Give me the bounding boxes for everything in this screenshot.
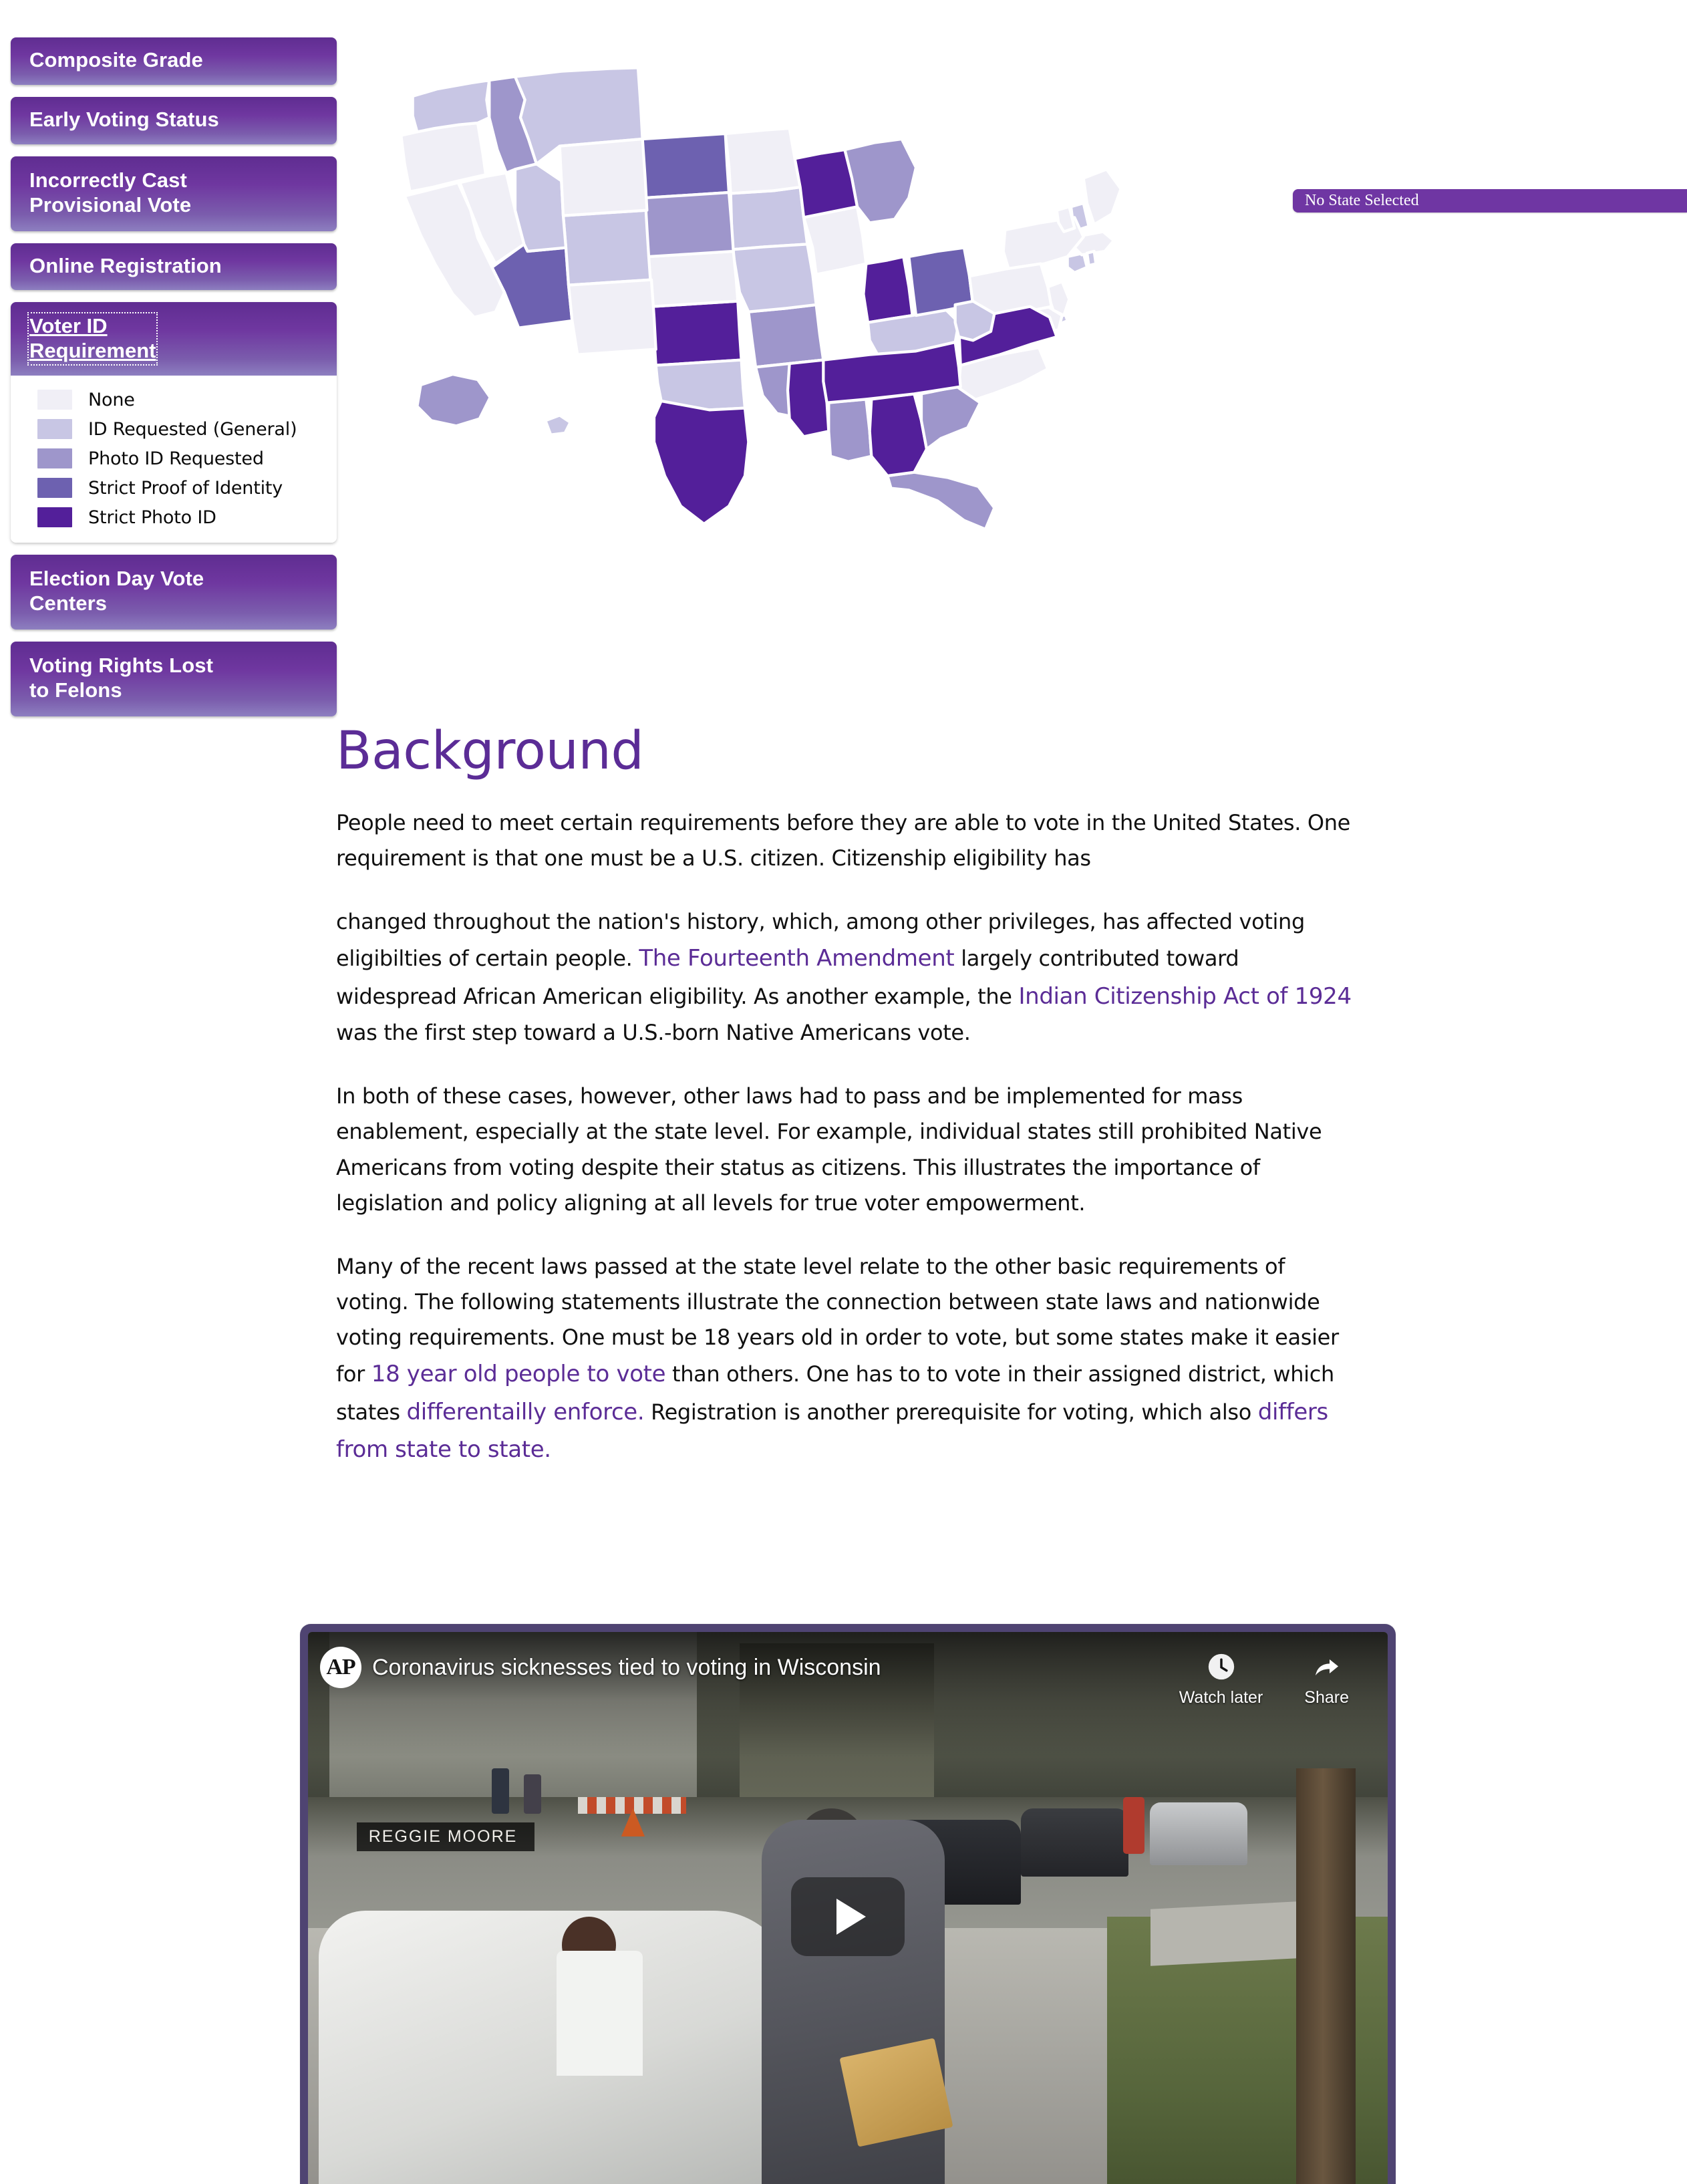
legend-swatch-strict-photo-id: [37, 507, 72, 528]
legend-swatch-id-requested-general: [37, 419, 72, 440]
map-state-ct[interactable]: CT: ID Requested (General): [1066, 251, 1089, 275]
metric-sidebar: Composite Grade Early Voting Status Inco…: [11, 37, 337, 728]
map-state-tx[interactable]: TX: Strict Photo ID: [652, 399, 750, 526]
page-root: Composite Grade Early Voting Status Inco…: [0, 0, 1687, 2184]
sidebar-item-label: Incorrectly Cast Provisional Vote: [29, 168, 192, 217]
legend-item: ID Requested (General): [11, 414, 337, 444]
share-label: Share: [1304, 1688, 1349, 1707]
map-state-sc[interactable]: SC: Photo ID Requested: [919, 385, 982, 451]
selected-state-label: No State Selected: [1305, 192, 1419, 209]
legend-item: Strict Proof of Identity: [11, 473, 337, 503]
legend-item: Photo ID Requested: [11, 444, 337, 473]
legend-label: Strict Proof of Identity: [88, 477, 283, 499]
link-fourteenth-amendment[interactable]: The Fourteenth Amendment: [639, 945, 954, 972]
sidebar-item-election-day-vote-centers[interactable]: Election Day Vote Centers: [11, 555, 337, 630]
watch-later-label: Watch later: [1179, 1688, 1263, 1707]
share-button[interactable]: Share: [1304, 1648, 1349, 1708]
video-thumbnail-child: [556, 1950, 643, 2076]
sidebar-item-online-registration[interactable]: Online Registration: [11, 243, 337, 291]
play-triangle-icon: [836, 1898, 866, 1935]
map-state-me[interactable]: ME: None: [1082, 168, 1122, 227]
map-state-mn[interactable]: MN: None: [724, 126, 802, 195]
video-thumbnail-bystander: [524, 1774, 542, 1814]
text-run: was the first step toward a U.S.-born Na…: [336, 1020, 971, 1046]
legend-label: Photo ID Requested: [88, 448, 264, 469]
ap-logo-text: AP: [326, 1655, 355, 1679]
video-action-buttons: Watch later Share: [1179, 1648, 1349, 1708]
article-paragraph-1: People need to meet certain requirements…: [336, 810, 1350, 871]
legend-item: Strict Photo ID: [11, 503, 337, 532]
link-differentially-enforce[interactable]: differentailly enforce.: [406, 1399, 644, 1425]
map-state-ak[interactable]: AK: Photo ID Requested: [416, 372, 492, 428]
sidebar-item-label: Election Day Vote Centers: [29, 567, 204, 615]
map-state-wi[interactable]: WI: Strict Photo ID: [793, 148, 859, 219]
legend-swatch-strict-proof-of-identity: [37, 478, 72, 499]
map-state-ne[interactable]: NE: None: [647, 249, 740, 308]
article-paragraph-4: Many of the recent laws passed at the st…: [336, 1249, 1358, 1469]
article-paragraph-3: In both of these cases, however, other l…: [336, 1083, 1322, 1216]
sidebar-item-composite-grade[interactable]: Composite Grade: [11, 37, 337, 85]
map-state-co[interactable]: CO: ID Requested (General): [561, 209, 653, 287]
map-state-wy[interactable]: WY: None: [558, 137, 649, 217]
video-title[interactable]: Coronavirus sicknesses tied to voting in…: [372, 1655, 881, 1681]
map-state-in[interactable]: IN: Strict Photo ID: [862, 255, 914, 324]
clock-icon: [1203, 1648, 1240, 1685]
map-state-hi[interactable]: HI: ID Requested (General): [544, 414, 572, 436]
map-state-fl[interactable]: FL: Photo ID Requested: [886, 470, 996, 531]
map-state-ri[interactable]: RI: ID Requested (General): [1085, 249, 1098, 267]
map-state-al[interactable]: AL: Photo ID Requested: [827, 398, 873, 463]
map-state-wa[interactable]: WA: ID Requested (General): [411, 78, 491, 134]
video-player[interactable]: REGGIE MOORE AP Coronavirus sicknesses t…: [308, 1632, 1388, 2184]
link-indian-citizenship-act-1924[interactable]: Indian Citizenship Act of 1924: [1018, 983, 1352, 1010]
sidebar-item-label: Voting Rights Lost to Felons: [29, 653, 214, 702]
sidebar-item-label: Online Registration: [29, 253, 222, 277]
legend-item: None: [11, 385, 337, 414]
map-state-sd[interactable]: SD: Photo ID Requested: [643, 190, 735, 259]
link-18-year-old-people-to-vote[interactable]: 18 year old people to vote: [371, 1361, 666, 1387]
sidebar-item-incorrectly-cast-provisional-vote[interactable]: Incorrectly Cast Provisional Vote: [11, 156, 337, 231]
selected-state-readout: No State Selected: [1293, 189, 1687, 213]
map-svg: AL: Photo ID Requested AK: Photo ID Reque…: [400, 66, 1122, 531]
map-state-ia[interactable]: IA: ID Requested (General): [729, 185, 809, 251]
article-paragraph-2: changed throughout the nation's history,…: [336, 904, 1358, 1051]
map-state-ga[interactable]: GA: Strict Photo ID: [868, 392, 929, 478]
sidebar-item-label: Voter ID Requirement: [27, 312, 158, 366]
sidebar-item-voter-id-requirement[interactable]: Voter ID Requirement: [11, 302, 337, 376]
video-thumbnail-car: [1150, 1802, 1247, 1865]
us-choropleth-map[interactable]: AL: Photo ID Requested AK: Photo ID Reque…: [371, 13, 1226, 628]
ap-channel-avatar[interactable]: AP: [320, 1647, 361, 1688]
video-thumbnail-car: [1020, 1808, 1129, 1877]
video-thumbnail-pedestrian: [1123, 1796, 1145, 1854]
video-embed-frame: REGGIE MOORE AP Coronavirus sicknesses t…: [300, 1624, 1396, 2184]
sidebar-item-early-voting-status[interactable]: Early Voting Status: [11, 96, 337, 144]
legend-label: ID Requested (General): [88, 418, 297, 440]
sidebar-item-voter-id-requirement-card: Voter ID Requirement None ID Requested (…: [11, 302, 337, 543]
legend-label: Strict Photo ID: [88, 507, 216, 528]
play-button[interactable]: [791, 1877, 905, 1956]
sidebar-item-label: Early Voting Status: [29, 107, 219, 131]
map-legend: None ID Requested (General) Photo ID Req…: [11, 376, 337, 543]
legend-swatch-photo-id-requested: [37, 448, 72, 469]
video-lower-third: REGGIE MOORE: [356, 1822, 535, 1852]
share-arrow-icon: [1308, 1648, 1346, 1685]
map-state-nd[interactable]: ND: Strict Proof of Identity: [641, 132, 731, 200]
map-state-ks[interactable]: KS: Strict Photo ID: [651, 299, 743, 367]
sidebar-item-label: Composite Grade: [29, 48, 203, 72]
map-state-ut[interactable]: UT: ID Requested (General): [513, 162, 568, 253]
legend-label: None: [88, 389, 135, 410]
map-state-nm[interactable]: NM: None: [567, 278, 657, 356]
video-thumbnail-tree: [1295, 1768, 1356, 2184]
watch-later-button[interactable]: Watch later: [1179, 1648, 1263, 1708]
map-state-ar[interactable]: AR: Photo ID Requested: [747, 303, 825, 369]
map-state-mo[interactable]: MO: ID Requested (General): [731, 243, 818, 313]
video-thumbnail-bystander: [491, 1768, 509, 1814]
background-article: Background People need to meet certain r…: [336, 725, 1358, 1496]
text-run: Registration is another prerequisite for…: [644, 1399, 1258, 1425]
sidebar-item-voting-rights-lost-to-felons[interactable]: Voting Rights Lost to Felons: [11, 641, 337, 716]
page-title: Background: [336, 721, 644, 781]
legend-swatch-none: [37, 390, 72, 410]
